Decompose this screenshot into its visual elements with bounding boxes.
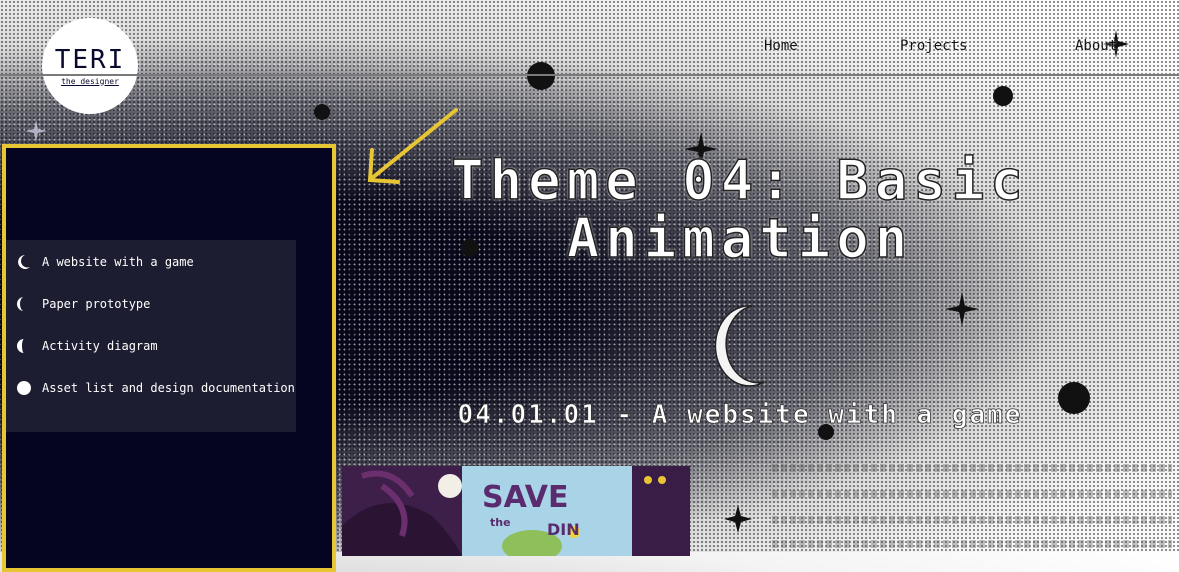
sidebar-item-label: A website with a game — [42, 255, 194, 269]
waxing-moon-icon — [17, 297, 24, 311]
nav-projects-link[interactable]: Projects — [900, 38, 967, 54]
body-text-line — [772, 464, 1172, 472]
body-text-line — [772, 490, 1172, 498]
project-thumbnail[interactable]: SAVE the DIN — [342, 466, 690, 556]
planet — [993, 86, 1013, 106]
logo-subtitle: the_designer — [61, 76, 119, 86]
body-text-line — [772, 540, 1172, 548]
logo-title: TERI — [54, 44, 126, 75]
thumbnail-the-text: the — [490, 516, 511, 529]
crescent-moon-icon — [18, 255, 30, 269]
sidebar-item-asset-list[interactable]: Asset list and design documentation — [16, 380, 295, 396]
planet — [1058, 382, 1090, 414]
sidebar-item-label: Activity diagram — [42, 339, 158, 353]
crescent-moon-graphic — [714, 305, 765, 387]
body-text-line — [772, 516, 1172, 524]
nav-divider — [0, 74, 1179, 76]
sidebar-item-activity-diagram[interactable]: Activity diagram — [16, 338, 158, 354]
main-nav: Home Projects About — [760, 38, 1140, 58]
sidebar-item-paper-prototype[interactable]: Paper prototype — [16, 296, 150, 312]
nav-about-link[interactable]: About — [1075, 38, 1117, 54]
logo[interactable]: TERI the_designer — [42, 18, 138, 114]
page-title-line-1: Theme 04: Basic — [450, 149, 1029, 212]
page-title-line-2: Animation — [566, 207, 914, 270]
nav-home-link[interactable]: Home — [764, 38, 798, 54]
sparkle-star — [945, 292, 979, 326]
sparkle-star — [25, 120, 47, 142]
page-title: Theme 04: Basic Animation — [430, 149, 1050, 270]
sidebar-item-label: Paper prototype — [42, 297, 151, 311]
sparkle-star — [724, 505, 752, 533]
planet — [314, 104, 330, 120]
planet — [527, 62, 555, 90]
sidebar-menu: A website with a game Paper prototype Ac… — [6, 240, 296, 432]
thumbnail-save-text: SAVE — [482, 480, 569, 515]
section-heading: 04.01.01 - A website with a game — [457, 400, 1023, 431]
full-moon-icon — [17, 381, 31, 395]
thumbnail-din-text: DIN — [547, 520, 580, 539]
sidebar-item-label: Asset list and design documentation — [42, 381, 295, 395]
sidebar-item-website-game[interactable]: A website with a game — [16, 254, 194, 270]
gibbous-moon-icon — [17, 339, 24, 353]
